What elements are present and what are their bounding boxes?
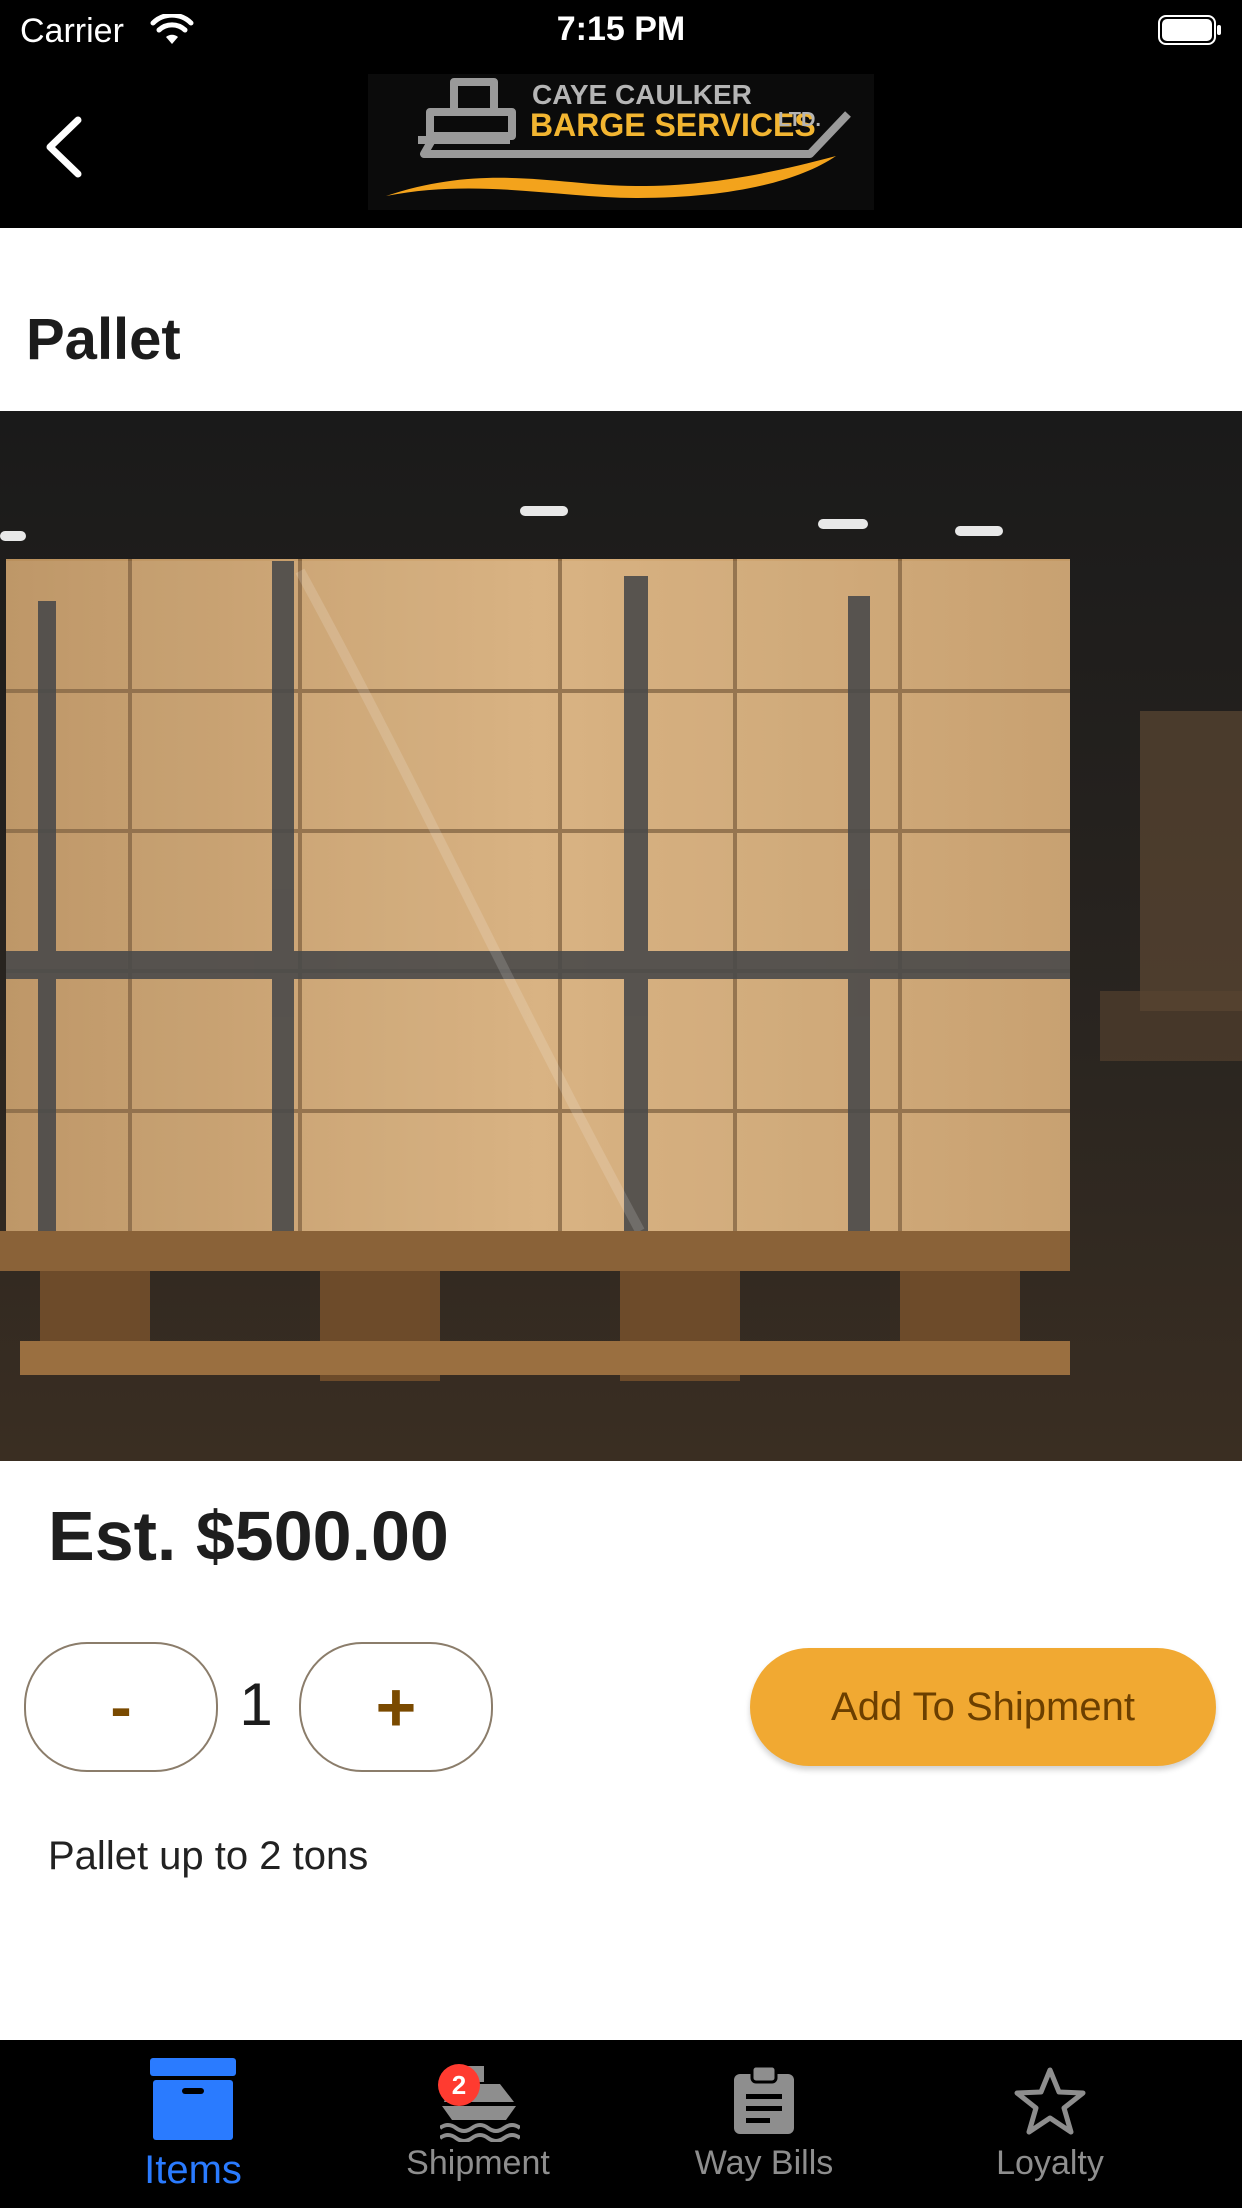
battery-icon	[1158, 15, 1221, 45]
tab-bar: Items 2 Shipment Way Bills Loyalty	[0, 2040, 1242, 2208]
box-icon	[150, 2058, 236, 2140]
tab-shipment-label: Shipment	[406, 2144, 550, 2182]
clock: 7:15 PM	[556, 10, 686, 48]
logo-line1: CAYE CAULKER	[532, 79, 752, 110]
tab-way-bills-label: Way Bills	[694, 2144, 834, 2182]
price-label: Est. $500.00	[48, 1497, 449, 1575]
tab-loyalty-label: Loyalty	[996, 2144, 1104, 2182]
increase-quantity-button[interactable]: +	[299, 1642, 493, 1772]
clipboard-icon	[734, 2066, 794, 2134]
tab-items-label: Items	[144, 2148, 242, 2192]
page-title: Pallet	[26, 307, 181, 372]
logo-line2: BARGE SERVICES	[530, 107, 816, 143]
decrease-quantity-button[interactable]: -	[24, 1642, 218, 1772]
nav-bar: CAYE CAULKER BARGE SERVICES LTD.	[0, 62, 1242, 228]
add-to-shipment-button[interactable]: Add To Shipment	[750, 1648, 1216, 1766]
back-button[interactable]	[36, 112, 100, 182]
status-bar: Carrier 7:15 PM	[0, 0, 1242, 62]
tab-way-bills[interactable]: Way Bills	[664, 2040, 864, 2208]
product-description: Pallet up to 2 tons	[48, 1834, 369, 1878]
star-icon	[1014, 2067, 1086, 2135]
tab-loyalty[interactable]: Loyalty	[950, 2040, 1150, 2208]
logo-suffix: LTD.	[778, 109, 821, 131]
company-logo: CAYE CAULKER BARGE SERVICES LTD.	[368, 74, 874, 210]
product-image	[0, 411, 1242, 1461]
shipment-badge: 2	[438, 2064, 480, 2106]
tab-shipment[interactable]: 2 Shipment	[378, 2040, 578, 2208]
tab-items[interactable]: Items	[100, 2040, 286, 2208]
quantity-value: 1	[239, 1671, 273, 1738]
chevron-left-icon	[46, 116, 82, 178]
